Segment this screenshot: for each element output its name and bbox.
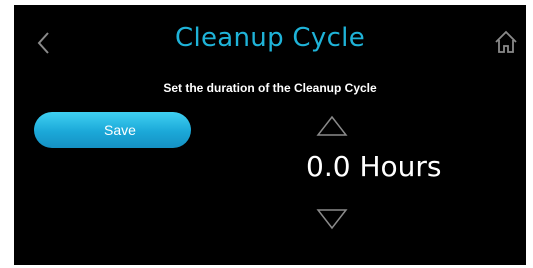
home-button[interactable] <box>492 28 520 56</box>
home-icon <box>495 30 517 53</box>
instruction-text: Set the duration of the Cleanup Cycle <box>163 81 377 95</box>
duration-unit: Hours <box>359 150 442 183</box>
triangle-down-icon <box>316 209 348 230</box>
duration-display: 0.0 Hours <box>306 150 526 183</box>
save-button-label: Save <box>104 122 136 138</box>
increase-button[interactable] <box>316 115 348 137</box>
screen: Cleanup Cycle Set the duration of the Cl… <box>14 5 526 265</box>
duration-value: 0.0 <box>306 150 351 183</box>
page-title: Cleanup Cycle <box>175 23 365 53</box>
decrease-button[interactable] <box>316 208 348 230</box>
save-button[interactable]: Save <box>34 112 191 148</box>
triangle-up-icon <box>316 115 348 136</box>
